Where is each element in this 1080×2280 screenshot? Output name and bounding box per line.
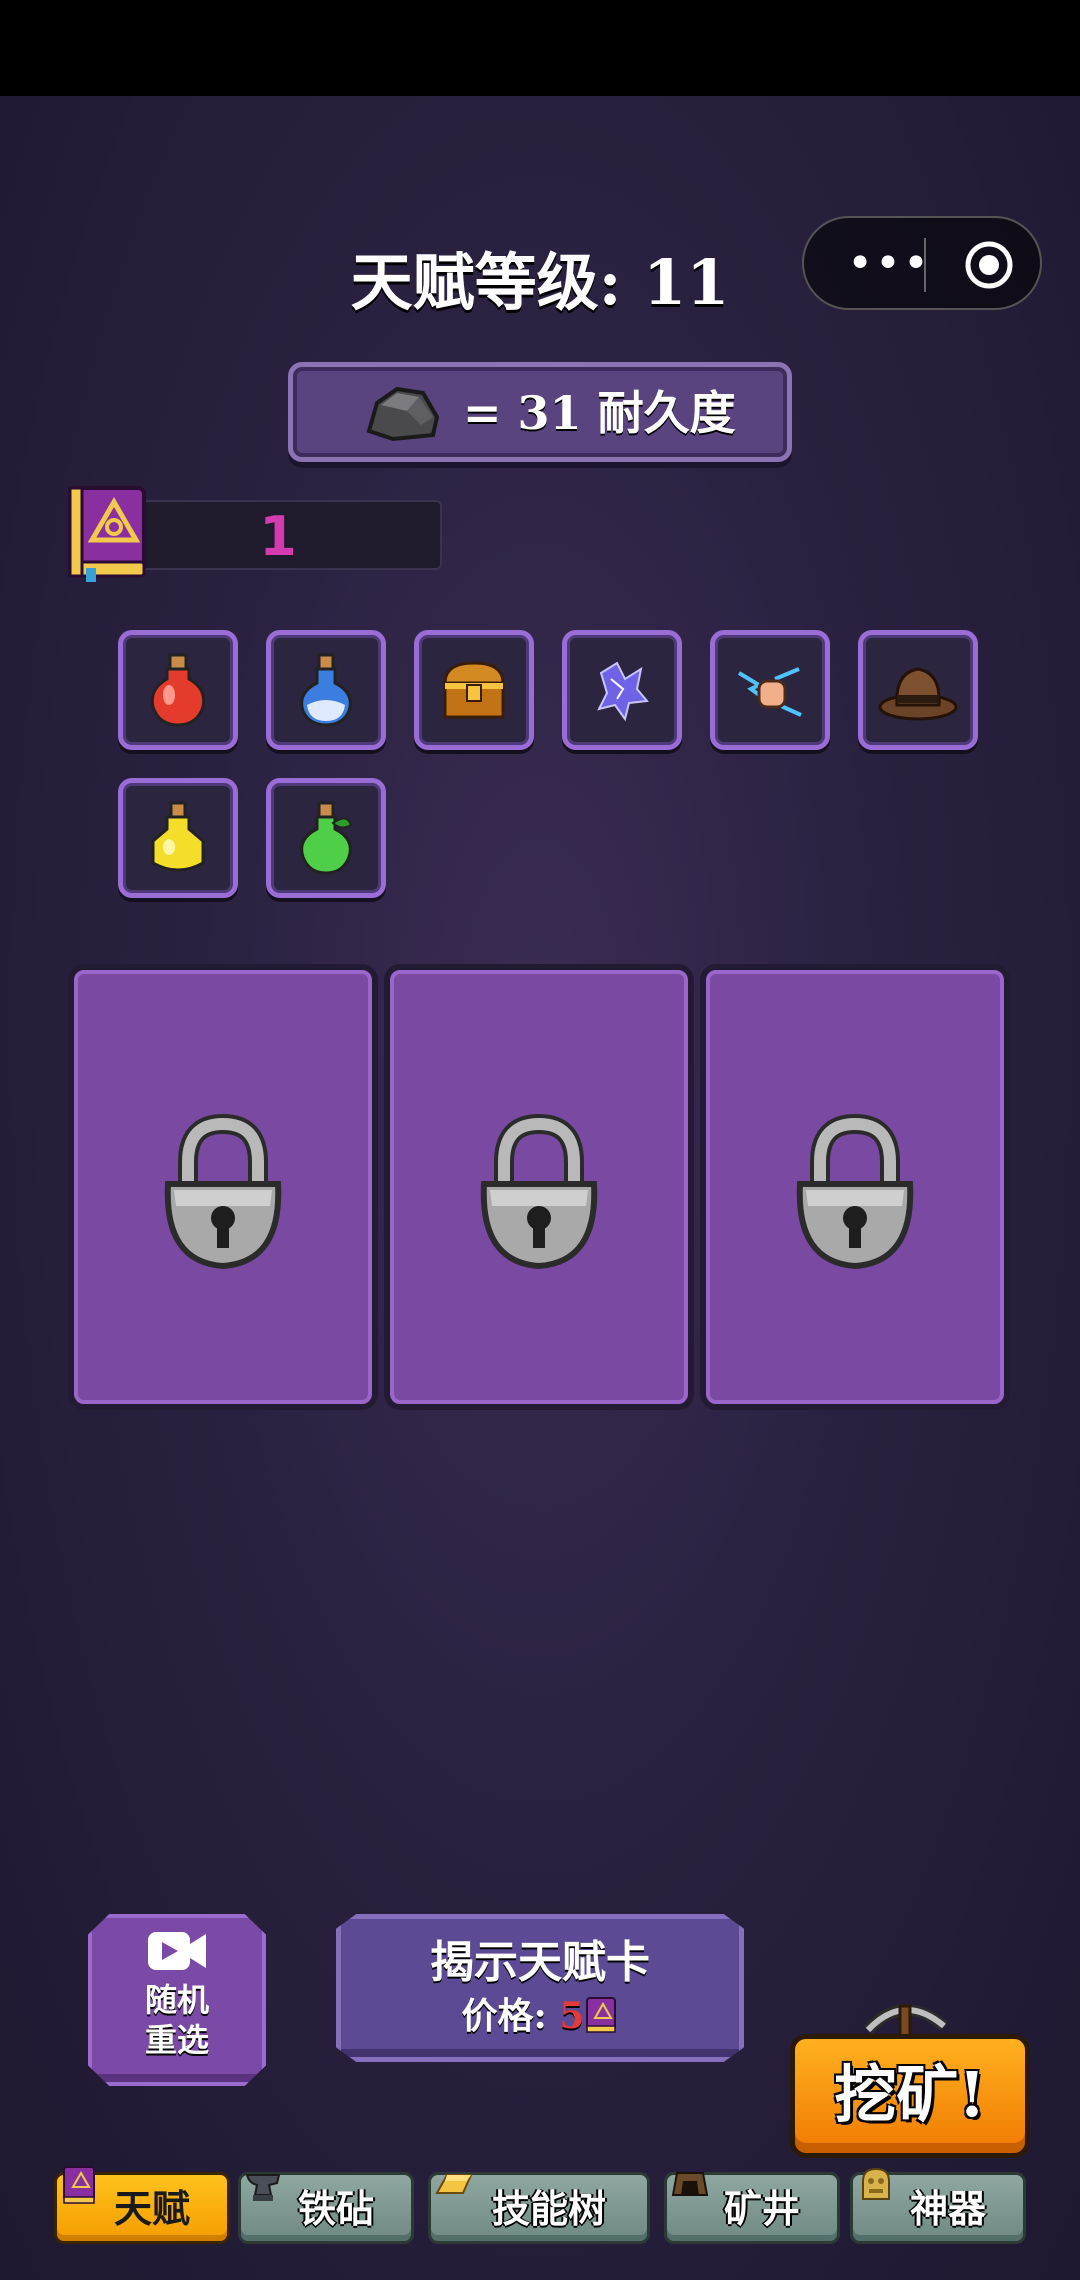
treasure-chest-icon [443, 661, 505, 719]
tab-label: 矿井 [723, 2186, 800, 2231]
talent-card[interactable] [706, 970, 1004, 1404]
reroll-button[interactable]: 随机 重选 [88, 1914, 266, 2086]
tab-talent[interactable]: 天赋 [54, 2166, 230, 2244]
tab-label: 神器 [909, 2186, 986, 2231]
lightning-crystal-icon [597, 661, 649, 722]
miniprogram-capsule: ••• [802, 216, 1042, 310]
item-slot[interactable] [118, 630, 238, 750]
durability-text: = 31 耐久度 [463, 386, 736, 440]
reroll-label-line1: 随机 [144, 1981, 209, 2019]
tab-label: 天赋 [113, 2186, 190, 2231]
item-slot[interactable] [562, 630, 682, 750]
reveal-title: 揭示天赋卡 [430, 1937, 650, 1988]
padlock-icon [480, 1114, 598, 1270]
tab-skill-tree[interactable]: 技能树 [428, 2172, 650, 2244]
durability-bar: = 31 耐久度 [288, 362, 792, 462]
padlock-icon [164, 1114, 282, 1270]
tab-artifact[interactable]: 神器 [850, 2167, 1026, 2244]
yellow-potion-icon [151, 801, 205, 872]
talent-book-counter: 1 [136, 500, 442, 570]
talent-card[interactable] [74, 970, 372, 1404]
talent-book-count: 1 [259, 505, 297, 568]
reroll-label: 随机 重选 [92, 1980, 262, 2060]
tab-anvil[interactable]: 铁砧 [238, 2172, 414, 2244]
fedora-hat-icon [878, 667, 958, 721]
reveal-price-value: 5 [559, 1995, 585, 2037]
status-bar [0, 0, 1080, 96]
tab-mine-shaft[interactable]: 矿井 [664, 2172, 840, 2244]
talent-book-icon [68, 486, 146, 582]
item-slot[interactable] [118, 778, 238, 898]
reveal-price-label: 价格: [461, 1995, 560, 2037]
talent-book-icon [586, 1997, 617, 2033]
tab-label: 技能树 [491, 2186, 606, 2231]
item-slot[interactable] [710, 630, 830, 750]
reveal-price: 价格: 5 [341, 1993, 739, 2039]
rock-icon [366, 386, 440, 442]
talent-card[interactable] [390, 970, 688, 1404]
item-slot[interactable] [414, 630, 534, 750]
green-potion-icon [300, 801, 353, 875]
more-dots-icon[interactable]: ••• [834, 236, 944, 292]
target-icon[interactable] [964, 240, 1014, 290]
item-slot[interactable] [858, 630, 978, 750]
reroll-label-line2: 重选 [144, 2021, 209, 2059]
mine-label: 挖矿! [834, 2058, 986, 2131]
red-potion-icon [150, 653, 206, 727]
lightning-fist-icon [737, 667, 802, 717]
video-camera-icon [148, 1932, 206, 1970]
item-slot[interactable] [266, 778, 386, 898]
capsule-divider [924, 238, 926, 292]
item-slot[interactable] [266, 630, 386, 750]
reveal-talent-card-button[interactable]: 揭示天赋卡 价格: 5 [336, 1914, 744, 2062]
blue-potion-icon [300, 653, 352, 727]
mine-button[interactable]: 挖矿! [790, 2034, 1030, 2158]
tab-label: 铁砧 [297, 2186, 374, 2231]
padlock-icon [796, 1114, 914, 1270]
